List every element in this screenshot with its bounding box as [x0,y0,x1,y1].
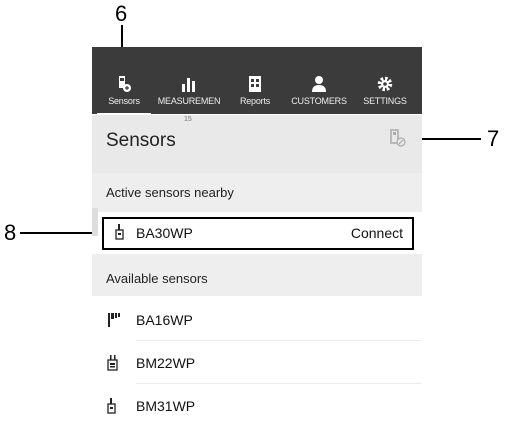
divider [136,340,422,341]
gear-icon [362,75,408,93]
sensor-name: BA30WP [136,225,193,241]
tab-sensors[interactable]: Sensors [97,75,151,115]
sensor-disconnect-icon[interactable] [390,129,406,152]
app-window: Sensors MEASUREMEN Reports CUSTOMERS SET… [92,47,422,425]
tab-sublabel: 15 [184,116,192,123]
report-icon [233,75,277,93]
sensor-icon [97,75,151,93]
probe-icon [115,224,125,245]
tab-settings-label: SETTINGS [363,96,407,106]
bar-chart-icon [156,75,222,93]
sensor-name: BM22WP [136,355,196,371]
top-nav: Sensors MEASUREMEN Reports CUSTOMERS SET… [92,47,422,115]
page-title: Sensors [106,130,176,151]
callout-8: 8 [4,220,17,245]
divider [136,383,422,384]
tab-customers-label: CUSTOMERS [291,96,347,106]
person-icon [288,75,350,93]
available-sensors-header: Available sensors [92,254,422,296]
tab-measurements[interactable]: MEASUREMEN [156,75,222,113]
page-header: 15 Sensors [92,115,422,173]
flag-probe-icon [107,312,123,333]
tab-reports-label: Reports [239,96,271,106]
list-item-ba30wp[interactable]: BA30WP Connect [102,217,414,250]
tab-settings[interactable]: SETTINGS [362,75,408,113]
tab-sensors-label: Sensors [108,96,140,106]
available-sensors-label: Available sensors [106,271,208,286]
active-sensors-header: Active sensors nearby [92,173,422,212]
connect-button[interactable]: Connect [351,225,403,241]
callout-7: 7 [487,126,500,151]
list-item-ba16wp[interactable]: BA16WP [92,299,422,341]
sensor-name: BA16WP [136,312,193,328]
tab-reports[interactable]: Reports [233,75,277,113]
scroll-hint [92,208,98,236]
list-item-bm31wp[interactable]: BM31WP [92,385,422,425]
sensor-name: BM31WP [136,398,196,414]
list-item-bm22wp[interactable]: BM22WP [92,342,422,384]
probe-icon [107,398,117,419]
clip-probe-icon [107,355,119,376]
tab-customers[interactable]: CUSTOMERS [288,75,350,113]
callout-6: 6 [115,1,128,26]
active-sensors-label: Active sensors nearby [106,185,234,200]
tab-measurements-label: MEASUREMEN [157,96,221,106]
